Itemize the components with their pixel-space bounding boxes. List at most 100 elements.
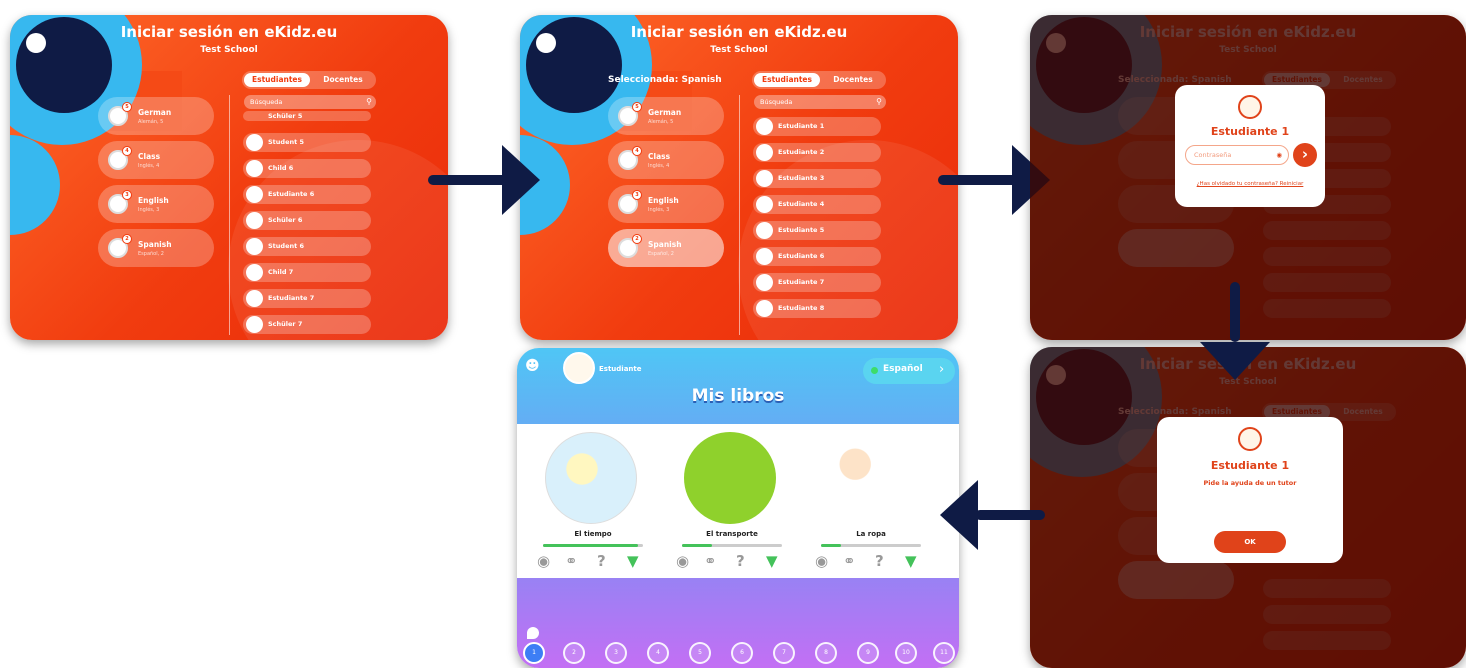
class-item-english[interactable]: 3 English Inglés, 3 — [608, 185, 724, 223]
student-avatar — [756, 300, 773, 317]
eye-icon[interactable]: ◉ — [537, 552, 550, 570]
class-info: Alemán, 5 — [648, 119, 674, 125]
login-screen-help: Iniciar sesión en eKidz.eu Test School S… — [1030, 347, 1466, 668]
language-selector[interactable]: Español › — [863, 358, 955, 384]
login-screen-classes: Iniciar sesión en eKidz.eu Test School E… — [10, 15, 448, 340]
divider — [739, 95, 740, 335]
question-icon[interactable]: ? — [736, 552, 745, 570]
class-item-class[interactable]: 4 Class Inglés, 4 — [608, 141, 724, 179]
class-item-spanish[interactable]: 2 Spanish Español, 2 — [608, 229, 724, 267]
class-name: German — [138, 108, 172, 117]
page-button[interactable]: 2 — [563, 642, 585, 664]
student-item[interactable]: Estudiante 5 — [753, 221, 881, 240]
book-cover-clothes[interactable] — [823, 432, 915, 524]
book-card[interactable]: El transporte ◉ ⚭ ? ▼ — [672, 432, 792, 572]
student-item[interactable]: Estudiante 6 — [243, 185, 371, 204]
class-name: German — [648, 108, 682, 117]
student-name: Estudiante 7 — [268, 294, 315, 302]
student-avatar — [246, 264, 263, 281]
student-avatar[interactable] — [563, 352, 595, 384]
submit-arrow-button[interactable]: › — [1293, 143, 1317, 167]
page-button[interactable]: 4 — [647, 642, 669, 664]
tab-students[interactable]: Estudiantes — [244, 73, 310, 87]
book-card[interactable]: La ropa ◉ ⚭ ? ▼ — [811, 432, 931, 572]
login-screen-password: Iniciar sesión en eKidz.eu Test School S… — [1030, 15, 1466, 340]
student-avatar — [246, 134, 263, 151]
count-badge: 5 — [632, 102, 642, 112]
student-item[interactable]: Estudiante 1 — [753, 117, 881, 136]
parent-icon[interactable]: ☻ — [525, 358, 540, 374]
microphone-icon[interactable]: ▼ — [627, 552, 639, 570]
class-item-class[interactable]: 4 Class Inglés, 4 — [98, 141, 214, 179]
student-item[interactable]: Estudiante 6 — [753, 247, 881, 266]
page-button[interactable]: 8 — [815, 642, 837, 664]
dialog-student-name: Estudiante 1 — [1210, 125, 1290, 138]
page-button[interactable]: 9 — [857, 642, 879, 664]
book-cover-weather[interactable] — [545, 432, 637, 524]
forgot-password-link[interactable]: ¿Has olvidado tu contraseña? Reiniciar — [1175, 181, 1325, 187]
student-avatar — [756, 248, 773, 265]
page-button[interactable]: 1 — [523, 642, 545, 664]
search-icon[interactable]: ⚲ — [876, 95, 882, 109]
class-item-spanish[interactable]: 2 Spanish Español, 2 — [98, 229, 214, 267]
eye-icon[interactable]: ◉ — [815, 552, 828, 570]
student-item[interactable]: Estudiante 3 — [753, 169, 881, 188]
book-card[interactable]: El tiempo ◉ ⚭ ? ▼ — [533, 432, 653, 572]
flow-arrow-right-icon — [502, 145, 540, 215]
page-button[interactable]: 3 — [605, 642, 627, 664]
page-button[interactable]: 5 — [689, 642, 711, 664]
tab-teachers[interactable]: Docentes — [820, 73, 886, 87]
class-name: English — [138, 196, 169, 205]
tab-teachers[interactable]: Docentes — [310, 73, 376, 87]
flow-arrow-down-icon — [1200, 342, 1270, 380]
divider — [229, 95, 230, 335]
password-input[interactable]: Contraseña ◉ — [1185, 145, 1289, 165]
eye-icon[interactable]: ◉ — [1276, 146, 1282, 164]
class-info: Inglés, 4 — [138, 163, 160, 169]
student-item[interactable]: Student 5 — [243, 133, 371, 152]
progress-bar — [682, 544, 782, 547]
student-item[interactable]: Estudiante 2 — [753, 143, 881, 162]
book-cover-transport[interactable] — [684, 432, 776, 524]
student-item[interactable]: Schüler 6 — [243, 211, 371, 230]
class-item-english[interactable]: 3 English Inglés, 3 — [98, 185, 214, 223]
book-title: El tiempo — [574, 530, 612, 538]
help-dialog: Estudiante 1 Pide la ayuda de un tutor O… — [1157, 417, 1343, 563]
student-item[interactable]: Schüler 7 — [243, 315, 371, 334]
search-input[interactable]: Búsqueda ⚲ — [754, 95, 886, 109]
student-item[interactable]: Estudiante 7 — [243, 289, 371, 308]
question-icon[interactable]: ? — [875, 552, 884, 570]
student-name: Student 5 — [268, 138, 304, 146]
class-item-german[interactable]: 5 German Alemán, 5 — [98, 97, 214, 135]
headphones-icon[interactable]: ⚭ — [704, 552, 717, 570]
ok-button[interactable]: OK — [1214, 531, 1286, 553]
student-item[interactable]: Estudiante 7 — [753, 273, 881, 292]
page-button[interactable]: 7 — [773, 642, 795, 664]
headphones-icon[interactable]: ⚭ — [565, 552, 578, 570]
student-item[interactable]: Student 6 — [243, 237, 371, 256]
student-name: Estudiante 6 — [778, 252, 825, 260]
search-input[interactable]: Búsqueda ⚲ — [244, 95, 376, 109]
student-item[interactable]: Child 6 — [243, 159, 371, 178]
student-item[interactable]: Child 7 — [243, 263, 371, 282]
class-item-german[interactable]: 5 German Alemán, 5 — [608, 97, 724, 135]
headphones-icon[interactable]: ⚭ — [843, 552, 856, 570]
microphone-icon[interactable]: ▼ — [766, 552, 778, 570]
student-item[interactable]: Estudiante 8 — [753, 299, 881, 318]
class-info: Español, 2 — [648, 251, 674, 257]
search-icon[interactable]: ⚲ — [366, 95, 372, 109]
progress-fill — [543, 544, 638, 547]
eye-icon[interactable]: ◉ — [676, 552, 689, 570]
page-button[interactable]: 6 — [731, 642, 753, 664]
login-title: Iniciar sesión en eKidz.eu — [630, 23, 848, 41]
page-button[interactable]: 11 — [933, 642, 955, 664]
question-icon[interactable]: ? — [597, 552, 606, 570]
page-button[interactable]: 10 — [895, 642, 917, 664]
student-avatar — [246, 186, 263, 203]
help-message: Pide la ayuda de un tutor — [1203, 479, 1297, 487]
tab-students[interactable]: Estudiantes — [754, 73, 820, 87]
student-item[interactable]: Schüler 5 — [243, 111, 371, 121]
microphone-icon[interactable]: ▼ — [905, 552, 917, 570]
student-item[interactable]: Estudiante 4 — [753, 195, 881, 214]
student-avatar — [246, 316, 263, 333]
